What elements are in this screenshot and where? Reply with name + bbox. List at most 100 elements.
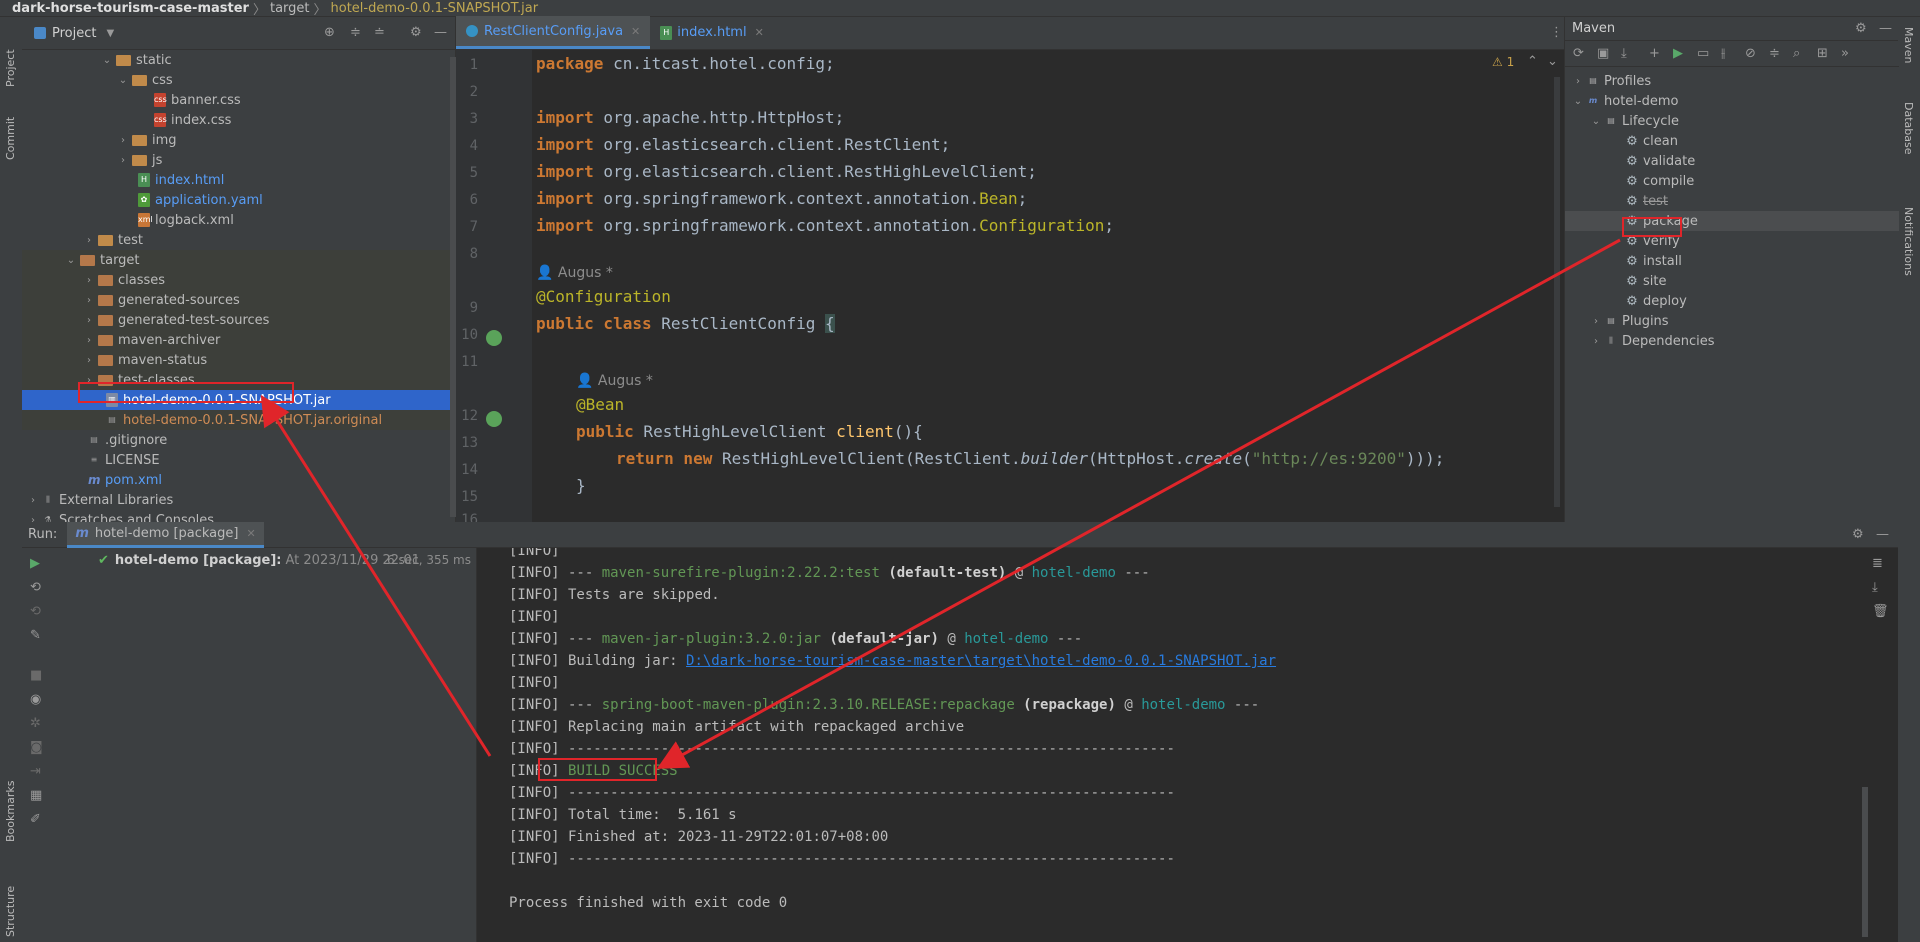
trash-icon[interactable]: 🗑: [1872, 604, 1889, 619]
folder-sync-icon[interactable]: ▣: [1597, 46, 1609, 61]
add-icon[interactable]: +: [1649, 46, 1660, 61]
structure-tool-button[interactable]: Structure: [4, 857, 17, 937]
tree-item-maven-archiver[interactable]: › maven-archiver: [22, 330, 455, 350]
reload-icon[interactable]: ⟳: [1573, 46, 1584, 61]
close-icon[interactable]: ✕: [631, 25, 640, 38]
maven-item-profiles[interactable]: › ▤ Profiles: [1565, 71, 1899, 91]
analyze-icon[interactable]: ⌕: [1793, 46, 1800, 61]
tree-item-generated-test-sources[interactable]: › generated-test-sources: [22, 310, 455, 330]
gear-icon[interactable]: ⚙: [1852, 527, 1864, 542]
exit-icon[interactable]: ⇥: [30, 764, 41, 779]
author-hint[interactable]: 👤 Augus *: [536, 263, 613, 283]
layout-icon[interactable]: ▦: [30, 788, 42, 803]
toggle-view-icon[interactable]: ⟲: [30, 580, 41, 595]
run-tab[interactable]: m hotel-demo [package] ✕: [67, 521, 264, 548]
tree-item-static[interactable]: ⌄ static: [22, 50, 455, 70]
tree-item-index-css[interactable]: css index.css: [22, 110, 455, 130]
console-scrollbar[interactable]: [1862, 787, 1868, 937]
editor-scrollbar[interactable]: [1554, 77, 1560, 507]
close-icon[interactable]: ✕: [246, 527, 255, 540]
dropdown-icon[interactable]: ▼: [106, 28, 114, 39]
maven-goal-test[interactable]: ⚙ test: [1565, 191, 1899, 211]
chevron-down-icon[interactable]: ⌄: [1547, 54, 1558, 69]
tree-item-gitignore[interactable]: ▤ .gitignore: [22, 430, 455, 450]
wrench-icon[interactable]: ✎: [30, 628, 41, 643]
tree-item-generated-sources[interactable]: › generated-sources: [22, 290, 455, 310]
tree-item-banner-css[interactable]: css banner.css: [22, 90, 455, 110]
maven-tool-button[interactable]: Maven: [1902, 27, 1915, 87]
scroll-to-end-icon[interactable]: ⤓: [1872, 580, 1878, 595]
collapse-icon[interactable]: ≑: [1769, 46, 1780, 61]
bookmarks-tool-button[interactable]: Bookmarks: [4, 762, 17, 842]
spring-bean-icon[interactable]: [486, 411, 502, 427]
project-panel-title[interactable]: Project: [52, 26, 96, 41]
tree-item-css[interactable]: ⌄ css: [22, 70, 455, 90]
tree-item-license[interactable]: ≡ LICENSE: [22, 450, 455, 470]
maven-item-plugins[interactable]: › ▤ Plugins: [1565, 311, 1899, 331]
tree-item-test[interactable]: › test: [22, 230, 455, 250]
tree-item-classes[interactable]: › classes: [22, 270, 455, 290]
maven-goal-compile[interactable]: ⚙ compile: [1565, 171, 1899, 191]
rerun-icon[interactable]: ▶: [30, 556, 40, 571]
tree-item-pom-xml[interactable]: m pom.xml: [22, 470, 455, 490]
tree-item-js[interactable]: › js: [22, 150, 455, 170]
run-tree-item[interactable]: ✔ hotel-demo [package]: At 2023/11/29 22…: [52, 550, 477, 570]
maven-item-hotel-demo[interactable]: ⌄ m hotel-demo: [1565, 91, 1899, 111]
maven-goal-validate[interactable]: ⚙ validate: [1565, 151, 1899, 171]
camera-icon[interactable]: ◙: [30, 740, 43, 755]
spring-bean-icon[interactable]: [486, 330, 502, 346]
tree-item-application-yaml[interactable]: ✿ application.yaml: [22, 190, 455, 210]
skip-tests-icon[interactable]: ⊘: [1745, 46, 1756, 61]
maven-goal-package[interactable]: ⚙ package: [1565, 211, 1899, 231]
eye-icon[interactable]: ◉: [30, 692, 41, 707]
maven-item-dependencies[interactable]: › ⫼ Dependencies: [1565, 331, 1899, 351]
tree-item-logback-xml[interactable]: xml logback.xml: [22, 210, 455, 230]
breadcrumb-root[interactable]: dark-horse-tourism-case-master: [12, 1, 249, 16]
refresh-icon[interactable]: ⟲: [30, 604, 41, 619]
breadcrumb-file[interactable]: hotel-demo-0.0.1-SNAPSHOT.jar: [331, 1, 539, 16]
minimize-icon[interactable]: —: [1879, 21, 1892, 36]
tab-index-html[interactable]: H index.html ✕: [650, 16, 774, 49]
maven-goal-deploy[interactable]: ⚙ deploy: [1565, 291, 1899, 311]
chevron-up-icon[interactable]: ⌃: [1527, 54, 1538, 69]
show-deps-icon[interactable]: ⊞: [1817, 46, 1828, 61]
tree-item-snapshot-jar-original[interactable]: ▤ hotel-demo-0.0.1-SNAPSHOT.jar.original: [22, 410, 455, 430]
tree-item-external-libraries[interactable]: › ⫼ External Libraries: [22, 490, 455, 510]
maven-item-lifecycle[interactable]: ⌄ ▤ Lifecycle: [1565, 111, 1899, 131]
warning-indicator[interactable]: ⚠ 1: [1492, 55, 1514, 69]
notifications-tool-button[interactable]: Notifications: [1902, 207, 1915, 297]
more-tabs-icon[interactable]: ⋮: [1550, 25, 1563, 40]
collapse-all-icon[interactable]: ≐: [374, 25, 385, 40]
author-hint[interactable]: 👤 Augus *: [576, 371, 653, 391]
run-icon[interactable]: ▶: [1673, 46, 1683, 61]
maven-goal-clean[interactable]: ⚙ clean: [1565, 131, 1899, 151]
pin-icon[interactable]: ✐: [30, 812, 41, 827]
code-area[interactable]: package cn.itcast.hotel.config; import o…: [530, 50, 1490, 522]
maven-goal-verify[interactable]: ⚙ verify: [1565, 231, 1899, 251]
gear-icon[interactable]: ⚙: [1855, 21, 1867, 36]
stop-icon[interactable]: ■: [30, 668, 42, 683]
soft-wrap-icon[interactable]: ≣: [1872, 556, 1883, 571]
debug-icon[interactable]: ✲: [30, 716, 41, 731]
execute-goal-icon[interactable]: ▭: [1697, 46, 1709, 61]
tree-item-maven-status[interactable]: › maven-status: [22, 350, 455, 370]
tab-restclientconfig[interactable]: RestClientConfig.java ✕: [456, 16, 651, 49]
minimize-icon[interactable]: —: [1876, 527, 1889, 542]
tree-item-img[interactable]: › img: [22, 130, 455, 150]
tree-item-index-html[interactable]: Hindex.html: [22, 170, 455, 190]
tree-item-target[interactable]: ⌄ target: [22, 250, 455, 270]
database-tool-button[interactable]: Database: [1902, 102, 1915, 172]
maven-goal-site[interactable]: ⚙ site: [1565, 271, 1899, 291]
project-tool-button[interactable]: Project: [4, 27, 17, 87]
minimize-icon[interactable]: —: [434, 25, 447, 40]
gear-icon[interactable]: ⚙: [410, 25, 422, 40]
close-icon[interactable]: ✕: [755, 26, 764, 39]
download-icon[interactable]: ⤓: [1621, 46, 1627, 61]
more-icon[interactable]: »: [1841, 46, 1849, 61]
commit-tool-button[interactable]: Commit: [4, 100, 17, 160]
console-link[interactable]: D:\dark-horse-tourism-case-master\target…: [686, 653, 1276, 669]
console-output[interactable]: [INFO] [INFO] --- maven-surefire-plugin:2…: [477, 548, 1877, 942]
expand-all-icon[interactable]: ≑: [350, 25, 361, 40]
locate-icon[interactable]: ⊕: [324, 25, 335, 40]
maven-goal-install[interactable]: ⚙ install: [1565, 251, 1899, 271]
